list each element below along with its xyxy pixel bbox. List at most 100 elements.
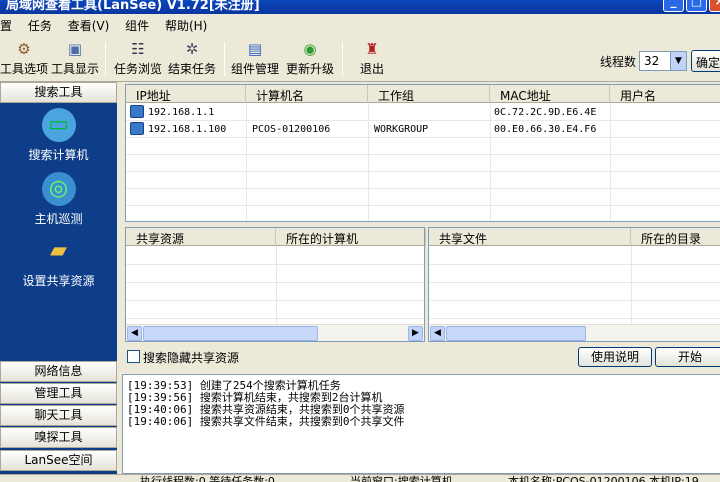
sidebar-section-manage-tools[interactable]: 管理工具 [0, 383, 117, 404]
cell-mac: 0C.72.2C.9D.E6.4E [494, 107, 597, 118]
scroll-left-icon[interactable]: ◀ [127, 326, 142, 341]
sidebar-header-search-tools[interactable]: 搜索工具 [0, 82, 117, 103]
column-share-file[interactable]: 共享文件 [429, 228, 631, 246]
shares-table: 共享资源 所在的计算机 ◀ ▶ [125, 227, 426, 342]
tool-options-icon: ⚙ [17, 40, 31, 58]
minimize-icon[interactable]: _ [663, 0, 684, 12]
status-host-info: 本机名称:PCOS-01200106 本机IP:19 [508, 475, 699, 482]
cell-ip: 192.168.1.100 [148, 124, 227, 135]
grid-line [126, 300, 424, 301]
threads-select[interactable]: 32 ▼ [639, 51, 687, 71]
toolbar-divider [342, 42, 343, 76]
sidebar-item-share-settings[interactable]: ▰ 设置共享资源 [0, 234, 117, 289]
tool-display-label: 工具显示 [51, 62, 100, 76]
end-task-label: 结束任务 [168, 62, 217, 76]
sidebar-section-lansee-space[interactable]: LanSee空间 [0, 450, 117, 471]
grid-line [631, 246, 632, 324]
hosts-table-header: IP地址 计算机名 工作组 MAC地址 用户名 [126, 85, 720, 103]
column-username[interactable]: 用户名 [610, 85, 720, 103]
column-ip[interactable]: IP地址 [126, 85, 246, 103]
task-browse-label: 任务浏览 [114, 62, 163, 76]
column-file-directory[interactable]: 所在的目录 [631, 228, 720, 246]
grid-line [126, 154, 720, 155]
update-button[interactable]: ◉ 更新升级 [286, 40, 334, 77]
exit-icon: ♜ [365, 40, 379, 58]
chevron-down-icon[interactable]: ▼ [670, 52, 686, 70]
table-row[interactable]: 192.168.1.1 0C.72.2C.9D.E6.4E [126, 104, 720, 121]
shares-scrollbar[interactable]: ◀ ▶ [126, 324, 424, 341]
update-label: 更新升级 [286, 62, 335, 76]
sidebar-item-host-patrol[interactable]: ◎ 主机巡测 [0, 172, 117, 227]
confirm-button[interactable]: 确定 [691, 50, 720, 72]
menu-help[interactable]: 帮助(H) [159, 14, 213, 37]
task-browse-button[interactable]: ☷ 任务浏览 [114, 40, 162, 77]
start-button[interactable]: 开始 [655, 347, 720, 367]
maximize-icon[interactable]: □ [686, 0, 707, 12]
tool-display-button[interactable]: ▣ 工具显示 [51, 40, 99, 77]
menu-settings[interactable]: 置 [0, 14, 18, 37]
scroll-thumb[interactable] [143, 326, 318, 341]
grid-line [276, 246, 277, 324]
hidden-shares-label: 搜索隐藏共享资源 [143, 351, 240, 365]
globe-search-icon: ◎ [41, 172, 76, 206]
hidden-shares-checkbox[interactable] [127, 350, 140, 363]
threads-value: 32 [644, 54, 660, 68]
sidebar: 搜索工具 ▭ 搜索计算机 ◎ 主机巡测 ▰ 设置共享资源 网络信息 管理工具 聊… [0, 82, 117, 474]
sidebar-item-label: 设置共享资源 [22, 274, 95, 288]
update-icon: ◉ [303, 40, 317, 58]
cell-mac: 00.E0.66.30.E4.F6 [494, 124, 597, 135]
column-mac[interactable]: MAC地址 [490, 85, 610, 103]
scroll-right-icon[interactable]: ▶ [408, 326, 423, 341]
grid-line [126, 318, 424, 319]
grid-line [126, 205, 720, 206]
menu-component[interactable]: 组件 [119, 14, 155, 37]
window-title: 局域网查看工具(LanSee) V1.72[未注册] [6, 0, 260, 13]
sidebar-section-network-info[interactable]: 网络信息 [0, 361, 117, 382]
end-task-button[interactable]: ✲ 结束任务 [168, 40, 216, 77]
files-table: 共享文件 所在的目录 ◀ [428, 227, 720, 342]
toolbar-divider [224, 42, 225, 76]
sidebar-section-chat-tools[interactable]: 聊天工具 [0, 405, 117, 426]
component-manage-button[interactable]: ▤ 组件管理 [231, 40, 279, 77]
close-icon[interactable]: × [709, 0, 720, 12]
cell-workgroup: WORKGROUP [374, 124, 429, 135]
sidebar-item-label: 搜索计算机 [28, 148, 89, 162]
folder-share-icon: ▰ [50, 238, 67, 263]
column-share-computer[interactable]: 所在的计算机 [276, 228, 426, 246]
table-row[interactable]: 192.168.1.100 PCOS-01200106 WORKGROUP 00… [126, 121, 720, 138]
menu-task[interactable]: 任务 [22, 14, 58, 37]
column-workgroup[interactable]: 工作组 [368, 85, 490, 103]
status-bar: 执行线程数:0 等待任务数:0 当前窗口:搜索计算机 本机名称:PCOS-012… [0, 474, 720, 482]
computer-icon [130, 105, 144, 118]
sidebar-item-search-computer[interactable]: ▭ 搜索计算机 [0, 108, 117, 163]
threads-label: 线程数 [600, 55, 637, 69]
grid-line [126, 282, 424, 283]
component-manage-label: 组件管理 [231, 62, 280, 76]
grid-line [429, 318, 720, 319]
toolbar-divider [105, 42, 106, 76]
sidebar-section-sniff-tools[interactable]: 嗅探工具 [0, 427, 117, 448]
log-line: [19:40:06] 搜索共享文件结束，共搜索到0个共享文件 [127, 415, 405, 428]
menu-view[interactable]: 查看(V) [62, 14, 116, 37]
scroll-left-icon[interactable]: ◀ [430, 326, 445, 341]
computer-icon: ▭ [41, 108, 76, 142]
grid-line [126, 171, 720, 172]
end-task-icon: ✲ [185, 40, 199, 58]
scroll-thumb[interactable] [446, 326, 586, 341]
exit-button[interactable]: ♜ 退出 [360, 40, 384, 77]
exit-label: 退出 [360, 62, 385, 76]
menu-bar: 置 任务 查看(V) 组件 帮助(H) [0, 14, 720, 36]
status-threads: 执行线程数:0 等待任务数:0 [140, 475, 275, 482]
shares-table-header: 共享资源 所在的计算机 [126, 228, 426, 246]
hosts-table: IP地址 计算机名 工作组 MAC地址 用户名 192.168.1.1 0C.7… [125, 84, 720, 222]
help-button[interactable]: 使用说明 [578, 347, 652, 367]
tool-display-icon: ▣ [67, 40, 83, 58]
column-computer-name[interactable]: 计算机名 [246, 85, 368, 103]
files-table-header: 共享文件 所在的目录 [429, 228, 720, 246]
grid-line [429, 264, 720, 265]
log-panel: [19:39:53] 创建了254个搜索计算机任务 [19:39:56] 搜索计… [122, 374, 720, 474]
files-scrollbar[interactable]: ◀ [429, 324, 720, 341]
column-share-resource[interactable]: 共享资源 [126, 228, 276, 246]
cell-ip: 192.168.1.1 [148, 107, 215, 118]
tool-options-button[interactable]: ⚙ 工具选项 [0, 40, 48, 77]
